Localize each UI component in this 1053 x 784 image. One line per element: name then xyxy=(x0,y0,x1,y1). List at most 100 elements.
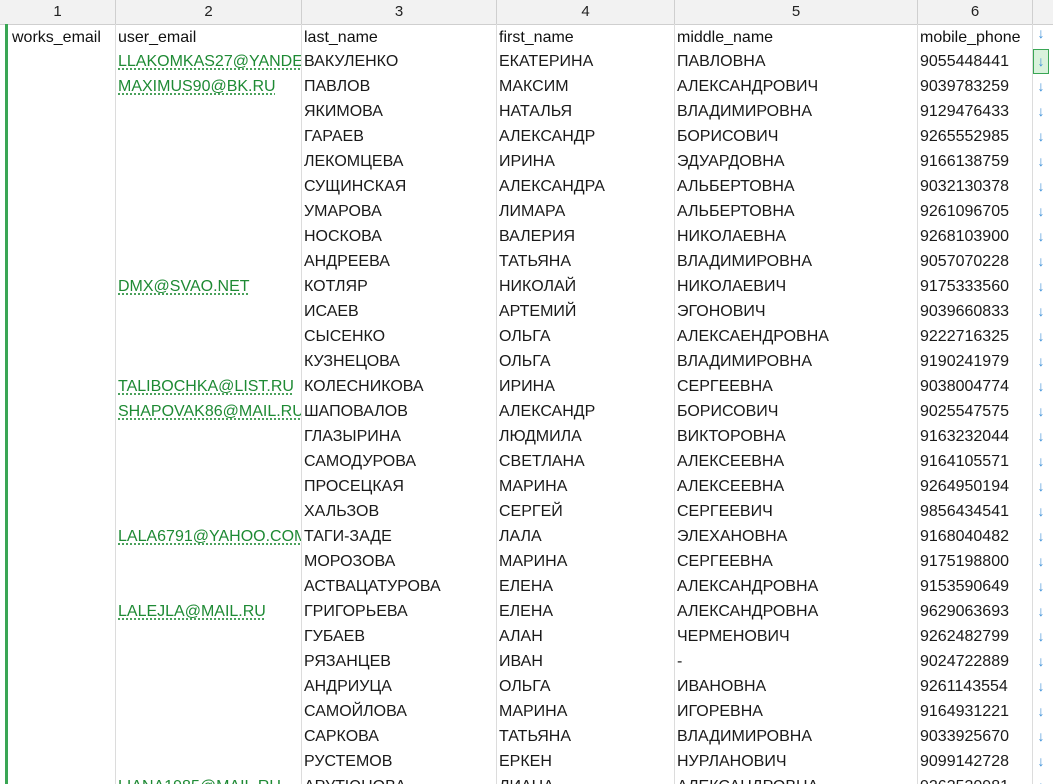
row-arrow-icon[interactable]: ↓ xyxy=(1033,524,1049,549)
cell-last-name[interactable]: ГУБАЕВ xyxy=(303,624,496,649)
row-arrow-icon[interactable]: ↓ xyxy=(1033,349,1049,374)
cell-last-name[interactable]: САМОЙЛОВА xyxy=(303,699,496,724)
cell-mobile-phone[interactable]: 9261143554 xyxy=(919,674,1032,699)
cell-user-email[interactable]: LIANA1985@MAIL.RU xyxy=(117,774,301,784)
table-row[interactable]: SHAPOVAK86@MAIL.RU ШАПОВАЛОВ АЛЕКСАНДР БОРИ… xyxy=(0,399,1053,424)
table-row[interactable]: СЫСЕНКО ОЛЬГА АЛЕКСАЕНДРОВНА 9222716325 ↓ xyxy=(0,324,1053,349)
cell-first-name[interactable]: СВЕТЛАНА xyxy=(498,449,674,474)
cell-first-name[interactable]: ЛИМАРА xyxy=(498,199,674,224)
row-arrow-icon[interactable]: ↓ xyxy=(1033,99,1049,124)
cell-middle-name[interactable]: БОРИСОВИЧ xyxy=(676,124,917,149)
row-arrow-icon[interactable]: ↓ xyxy=(1033,774,1049,784)
cell-user-email[interactable] xyxy=(117,424,301,449)
table-row[interactable]: РУСТЕМОВ ЕРКЕН НУРЛАНОВИЧ 9099142728 ↓ xyxy=(0,749,1053,774)
cell-first-name[interactable]: ЕЛЕНА xyxy=(498,574,674,599)
cell-user-email[interactable] xyxy=(117,549,301,574)
row-arrow-icon[interactable]: ↓ xyxy=(1033,574,1049,599)
row-arrow-icon[interactable]: ↓ xyxy=(1033,299,1049,324)
cell-mobile-phone[interactable]: 9856434541 xyxy=(919,499,1032,524)
row-arrow-icon[interactable]: ↓ xyxy=(1033,249,1049,274)
table-row[interactable]: ХАЛЬЗОВ СЕРГЕЙ СЕРГЕЕВИЧ 9856434541 ↓ xyxy=(0,499,1053,524)
cell-last-name[interactable]: САРКОВА xyxy=(303,724,496,749)
row-arrow-icon[interactable]: ↓ xyxy=(1033,224,1049,249)
cell-first-name[interactable]: МАКСИМ xyxy=(498,74,674,99)
table-row[interactable]: TALIBOCHKA@LIST.RU КОЛЕСНИКОВА ИРИНА СЕРГЕЕ… xyxy=(0,374,1053,399)
row-arrow-icon[interactable]: ↓ xyxy=(1033,699,1049,724)
table-row[interactable]: АСТВАЦАТУРОВА ЕЛЕНА АЛЕКСАНДРОВНА 915359064… xyxy=(0,574,1053,599)
cell-middle-name[interactable]: ВИКТОРОВНА xyxy=(676,424,917,449)
cell-last-name[interactable]: СУЩИНСКАЯ xyxy=(303,174,496,199)
cell-middle-name[interactable]: ВЛАДИМИРОВНА xyxy=(676,99,917,124)
cell-user-email[interactable] xyxy=(117,574,301,599)
cell-user-email[interactable]: LLAKOMKAS27@YANDEX.RU xyxy=(117,49,301,74)
header-last-name[interactable]: last_name xyxy=(303,25,495,50)
cell-mobile-phone[interactable]: 9164105571 xyxy=(919,449,1032,474)
cell-last-name[interactable]: ГРИГОРЬЕВА xyxy=(303,599,496,624)
cell-middle-name[interactable]: ИГОРЕВНА xyxy=(676,699,917,724)
cell-last-name[interactable]: КОТЛЯР xyxy=(303,274,496,299)
row-arrow-icon[interactable]: ↓ xyxy=(1033,49,1049,74)
row-arrow-icon[interactable]: ↓ xyxy=(1033,624,1049,649)
cell-middle-name[interactable]: ЭЛЕХАНОВНА xyxy=(676,524,917,549)
cell-last-name[interactable]: ГАРАЕВ xyxy=(303,124,496,149)
cell-first-name[interactable]: ИВАН xyxy=(498,649,674,674)
cell-middle-name[interactable]: АЛЕКСАНДРОВНА xyxy=(676,599,917,624)
cell-last-name[interactable]: ШАПОВАЛОВ xyxy=(303,399,496,424)
spreadsheet-grid[interactable]: 123456 works_email user_email last_name fir… xyxy=(0,0,1053,784)
cell-first-name[interactable]: МАРИНА xyxy=(498,699,674,724)
cell-last-name[interactable]: РЯЗАНЦЕВ xyxy=(303,649,496,674)
cell-user-email[interactable] xyxy=(117,649,301,674)
cell-user-email[interactable] xyxy=(117,199,301,224)
cell-first-name[interactable]: ЕЛЕНА xyxy=(498,599,674,624)
cell-mobile-phone[interactable]: 9268103900 xyxy=(919,224,1032,249)
cell-middle-name[interactable]: НИКОЛАЕВНА xyxy=(676,224,917,249)
column-number-4[interactable]: 4 xyxy=(497,0,675,24)
cell-middle-name[interactable]: АЛЕКСЕЕВНА xyxy=(676,474,917,499)
sort-arrow-icon[interactable]: ↓ xyxy=(1033,21,1049,46)
cell-mobile-phone[interactable]: 9055448441 xyxy=(919,49,1032,74)
cell-last-name[interactable]: ПРОСЕЦКАЯ xyxy=(303,474,496,499)
cell-user-email[interactable] xyxy=(117,674,301,699)
cell-last-name[interactable]: НОСКОВА xyxy=(303,224,496,249)
cell-middle-name[interactable]: АЛЕКСАНДРОВНА xyxy=(676,774,917,784)
cell-last-name[interactable]: РУСТЕМОВ xyxy=(303,749,496,774)
cell-user-email[interactable] xyxy=(117,299,301,324)
cell-middle-name[interactable]: АЛЕКСАНДРОВИЧ xyxy=(676,74,917,99)
cell-mobile-phone[interactable]: 9153590649 xyxy=(919,574,1032,599)
row-arrow-icon[interactable]: ↓ xyxy=(1033,199,1049,224)
cell-last-name[interactable]: АРУТЮНОВА xyxy=(303,774,496,784)
table-row[interactable]: LLAKOMKAS27@YANDEX.RUВАКУЛЕНКОЕКАТЕРИНАП… xyxy=(0,49,1053,74)
cell-mobile-phone[interactable]: 9038004774 xyxy=(919,374,1032,399)
cell-last-name[interactable]: ЛЕКОМЦЕВА xyxy=(303,149,496,174)
cell-user-email[interactable]: LALEJLA@MAIL.RU xyxy=(117,599,301,624)
cell-user-email[interactable] xyxy=(117,699,301,724)
table-row[interactable]: ГАРАЕВ АЛЕКСАНДР БОРИСОВИЧ 9265552985 ↓ xyxy=(0,124,1053,149)
cell-middle-name[interactable]: ЭДУАРДОВНА xyxy=(676,149,917,174)
table-row[interactable]: ПРОСЕЦКАЯ МАРИНА АЛЕКСЕЕВНА 9264950194 ↓ xyxy=(0,474,1053,499)
table-row[interactable]: ЛЕКОМЦЕВА ИРИНА ЭДУАРДОВНА 9166138759 ↓ xyxy=(0,149,1053,174)
row-arrow-icon[interactable]: ↓ xyxy=(1033,124,1049,149)
cell-first-name[interactable]: АЛЕКСАНДРА xyxy=(498,174,674,199)
row-arrow-icon[interactable]: ↓ xyxy=(1033,649,1049,674)
table-row[interactable]: КУЗНЕЦОВА ОЛЬГА ВЛАДИМИРОВНА 9190241979 ↓ xyxy=(0,349,1053,374)
cell-middle-name[interactable]: НУРЛАНОВИЧ xyxy=(676,749,917,774)
table-row[interactable]: LALA6791@YAHOO.COM ТАГИ-ЗАДЕ ЛАЛА ЭЛЕХАНОВН… xyxy=(0,524,1053,549)
table-row[interactable]: САМОЙЛОВА МАРИНА ИГОРЕВНА 9164931221 ↓ xyxy=(0,699,1053,724)
cell-middle-name[interactable]: ПАВЛОВНА xyxy=(676,49,917,74)
cell-mobile-phone[interactable]: 9057070228 xyxy=(919,249,1032,274)
cell-mobile-phone[interactable]: 9032130378 xyxy=(919,174,1032,199)
row-arrow-icon[interactable]: ↓ xyxy=(1033,599,1049,624)
cell-mobile-phone[interactable]: 9263530981 xyxy=(919,774,1032,784)
table-row[interactable]: АНДРИУЦА ОЛЬГА ИВАНОВНА 9261143554 ↓ xyxy=(0,674,1053,699)
table-row[interactable]: УМАРОВА ЛИМАРА АЛЬБЕРТОВНА 9261096705 ↓ xyxy=(0,199,1053,224)
cell-user-email[interactable] xyxy=(117,224,301,249)
cell-user-email[interactable] xyxy=(117,724,301,749)
table-row[interactable]: LIANA1985@MAIL.RUАРУТЮНОВАЛИАНААЛЕКСАНДР… xyxy=(0,774,1053,784)
table-row[interactable]: МОРОЗОВА МАРИНА СЕРГЕЕВНА 9175198800 ↓ xyxy=(0,549,1053,574)
cell-first-name[interactable]: МАРИНА xyxy=(498,549,674,574)
row-arrow-icon[interactable]: ↓ xyxy=(1033,174,1049,199)
cell-last-name[interactable]: САМОДУРОВА xyxy=(303,449,496,474)
row-arrow-icon[interactable]: ↓ xyxy=(1033,324,1049,349)
cell-mobile-phone[interactable]: 9168040482 xyxy=(919,524,1032,549)
cell-first-name[interactable]: АЛЕКСАНДР xyxy=(498,124,674,149)
